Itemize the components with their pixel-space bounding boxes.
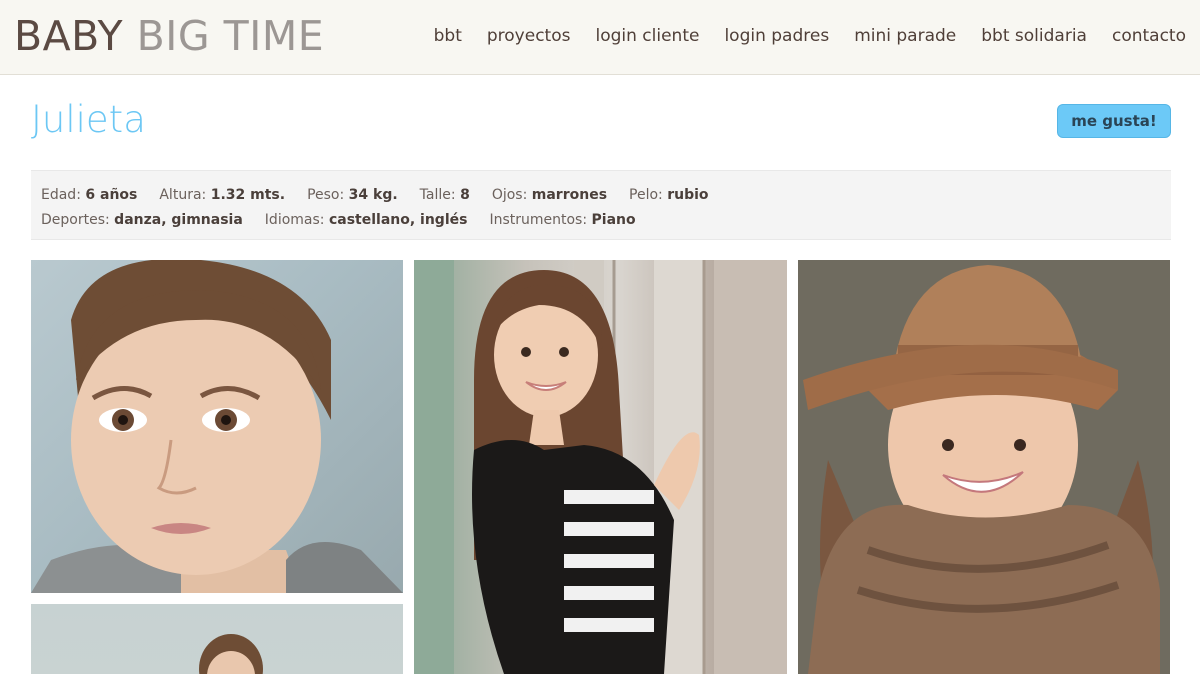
detail-edad: Edad: 6 años [41,186,138,203]
detail-pelo: Pelo: rubio [629,186,709,203]
nav-link-login-cliente[interactable]: login cliente [595,24,699,48]
detail-peso: Peso: 34 kg. [307,186,398,203]
profile-details-panel: Edad: 6 años Altura: 1.32 mts. Peso: 34 … [31,170,1171,240]
logo-word-big-time: BIG TIME [136,12,325,60]
main-nav: bbt proyectos login cliente login padres… [409,24,1186,48]
top-navigation-bar: BABY BIG TIME bbt proyectos login client… [0,0,1200,75]
detail-ojos: Ojos: marrones [491,186,608,203]
nav-link-mini-parade[interactable]: mini parade [854,24,956,48]
closeup-illustration [31,260,403,593]
detail-altura: Altura: 1.32 mts. [159,186,286,203]
logo-word-baby: BABY [14,12,124,60]
portrait-photo-hat-scarf[interactable] [798,260,1170,674]
nav-link-bbt[interactable]: bbt [434,24,462,48]
hat-scarf-illustration [798,260,1170,674]
nav-link-bbt-solidaria[interactable]: bbt solidaria [981,24,1087,48]
like-button[interactable]: me gusta! [1057,104,1171,138]
details-row-physical: Edad: 6 años Altura: 1.32 mts. Peso: 34 … [41,182,1161,207]
portrait-photo-wooden-wall[interactable] [414,260,787,674]
detail-instrumentos: Instrumentos: Piano [489,211,636,228]
portrait-photo-closeup[interactable] [31,260,403,593]
details-row-skills: Deportes: danza, gimnasia Idiomas: caste… [41,207,1161,232]
detail-talle: Talle: 8 [419,186,470,203]
nav-link-contacto[interactable]: contacto [1112,24,1186,48]
wooden-wall-illustration [414,260,787,674]
site-logo[interactable]: BABY BIG TIME [14,12,324,60]
page-title: Julieta [31,98,146,141]
nav-link-proyectos[interactable]: proyectos [487,24,571,48]
detail-deportes: Deportes: danza, gimnasia [41,211,243,228]
nav-link-login-padres[interactable]: login padres [724,24,829,48]
detail-idiomas: Idiomas: castellano, inglés [264,211,468,228]
partial-photo-illustration [199,634,263,674]
portrait-photo-partial[interactable] [31,604,403,674]
